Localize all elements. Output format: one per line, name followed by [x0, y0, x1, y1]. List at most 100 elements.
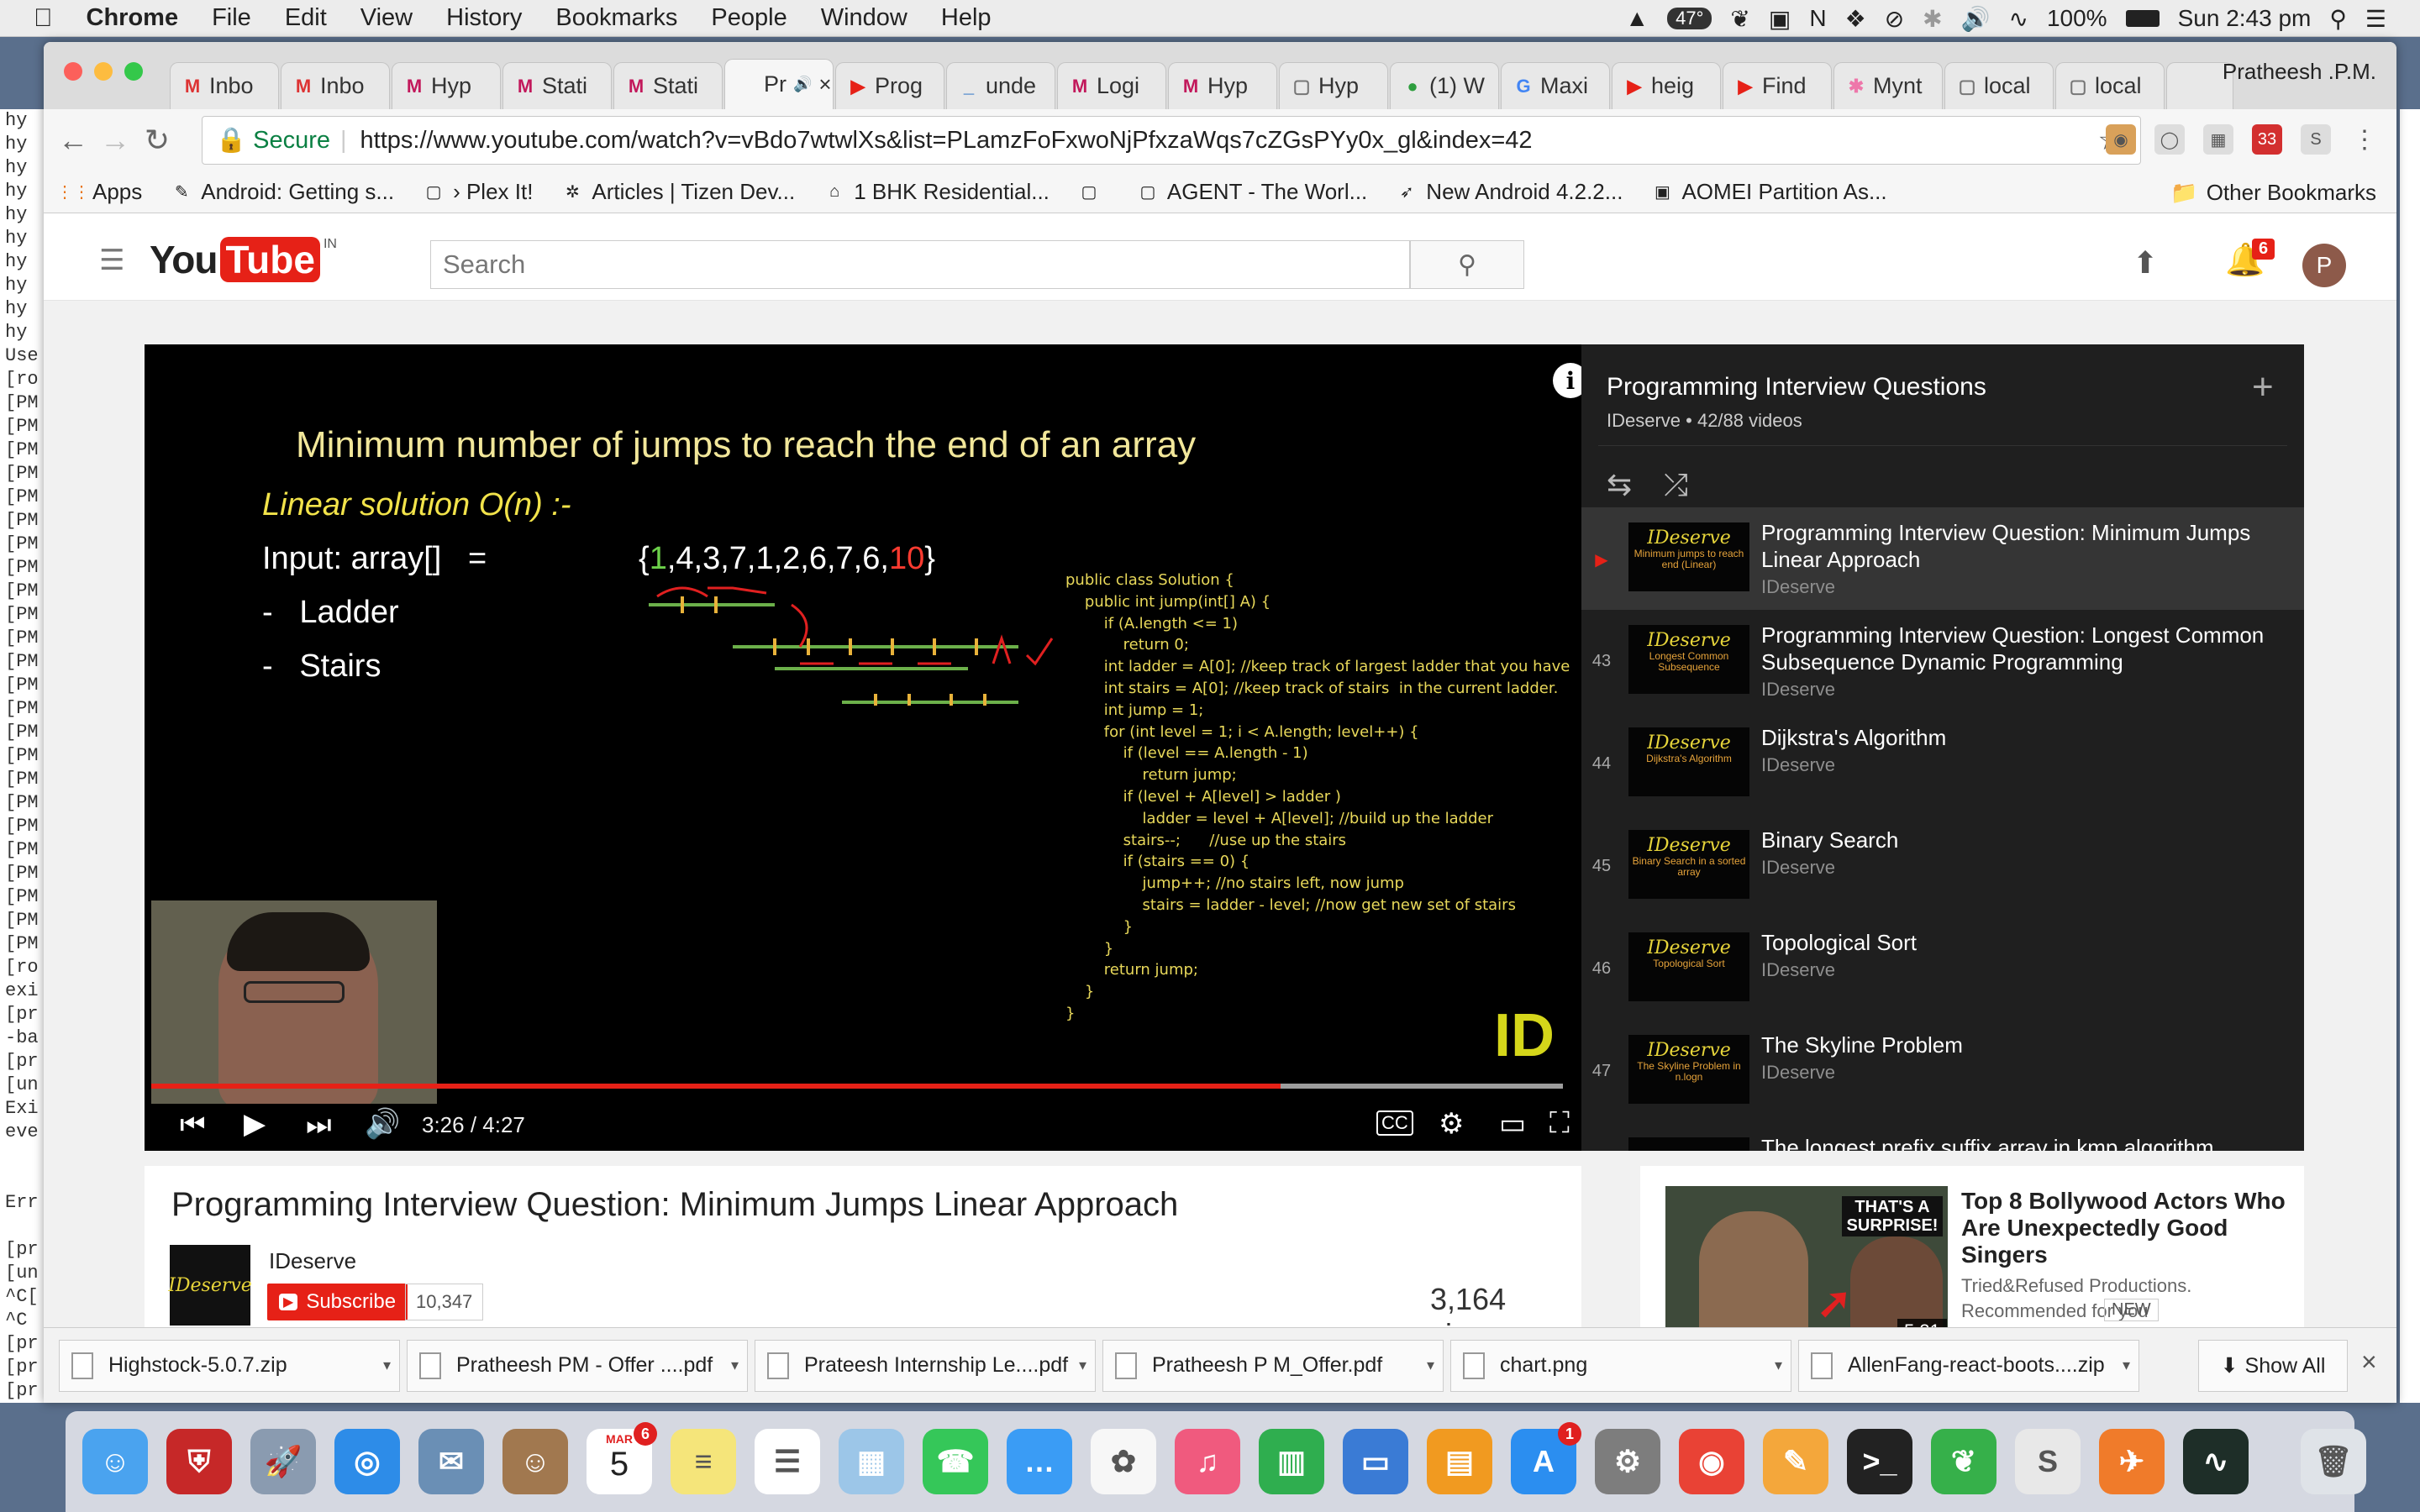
bookmark-item[interactable]: ⋮⋮ Apps [56, 179, 142, 205]
launchpad-icon[interactable]: 🚀 [250, 1429, 316, 1494]
download-item[interactable]: Pratheesh P M_Offer.pdf ▾ [1102, 1339, 1444, 1392]
download-item[interactable]: Pratheesh PM - Offer ....pdf ▾ [407, 1339, 748, 1392]
security-icon[interactable]: ⛨ [166, 1429, 232, 1494]
activity-monitor-icon[interactable]: ∿ [2183, 1429, 2249, 1494]
reload-icon[interactable]: ↻ [136, 123, 178, 158]
battery-percent[interactable]: 100% [2047, 5, 2107, 32]
bookmark-item[interactable]: ✲ Articles | Tizen Dev... [561, 179, 795, 205]
shuffle-icon[interactable]: ⤮ [1664, 467, 1688, 503]
apple-menu-icon[interactable]:  [34, 4, 53, 33]
browser-tab[interactable]: M Stati [502, 62, 612, 109]
forward-arrow-icon[interactable]: → [94, 123, 136, 158]
bookmark-item[interactable]: ➶ New Android 4.2.2... [1396, 179, 1623, 205]
download-item[interactable]: Highstock-5.0.7.zip ▾ [59, 1339, 400, 1392]
playlist-item[interactable]: ▶ IDeserve Minimum jumps to reach end (Lin… [1581, 507, 2304, 610]
browser-tab[interactable]: ▢ local [1944, 62, 2054, 109]
video-player[interactable]: i Minimum number of jumps to reach the e… [145, 344, 1581, 1151]
volume-icon[interactable]: 🔊 [365, 1107, 400, 1141]
evernote-menu-icon[interactable]: ❦ [1730, 5, 1749, 33]
browser-tab[interactable]: _ unde [946, 62, 1055, 109]
captions-icon[interactable]: CC [1376, 1110, 1413, 1136]
cookie-extension-icon[interactable]: ◉ [2106, 124, 2136, 155]
browser-tab[interactable]: M Inbo [281, 62, 390, 109]
playlist-item[interactable]: 47 IDeserve The Skyline Problem in n.logn T… [1581, 1020, 2304, 1122]
upload-status-icon[interactable]: ▲ [1625, 5, 1649, 32]
spotlight-icon[interactable]: ⚲ [2329, 5, 2347, 33]
url-text[interactable]: https://www.youtube.com/watch?v=vBdo7wtw… [360, 127, 1533, 155]
tab-close-icon[interactable]: × [818, 71, 831, 97]
browser-tab[interactable]: M Hyp [1168, 62, 1277, 109]
chrome-menu-icon[interactable]: ⋮ [2349, 124, 2380, 155]
preview-icon[interactable]: ▦ [839, 1429, 904, 1494]
bookmark-item[interactable]: ⌂ 1 BHK Residential... [823, 179, 1050, 205]
show-all-downloads-button[interactable]: ⬇ Show All [2198, 1340, 2348, 1392]
download-menu-chevron-icon[interactable]: ▾ [1775, 1357, 1782, 1374]
search-input[interactable]: Search [430, 240, 1410, 289]
bookmark-item[interactable]: ✎ Android: Getting s... [171, 179, 394, 205]
bookmark-item[interactable]: ▢ [1078, 181, 1108, 203]
fullscreen-icon[interactable]: ⛶ [1549, 1107, 1570, 1140]
system-prefs-icon[interactable]: ⚙ [1595, 1429, 1660, 1494]
browser-tab[interactable]: ● (1) W [1390, 62, 1499, 109]
zoom-window-button[interactable] [124, 62, 143, 81]
calendar-extension-icon[interactable]: 33 [2252, 124, 2282, 155]
profile-name[interactable]: Pratheesh .P.M. [2223, 59, 2376, 85]
channel-logo[interactable]: IDeserve [168, 1245, 252, 1326]
close-window-button[interactable] [64, 62, 82, 81]
mail-bird-icon[interactable]: ✉ [418, 1429, 484, 1494]
omnibox[interactable]: 🔒 Secure | https://www.youtube.com/watch… [202, 116, 2141, 165]
channel-name[interactable]: IDeserve [269, 1248, 356, 1274]
recommended-thumbnail[interactable]: THAT'S A SURPRISE! ➚ 5:31 [1665, 1186, 1948, 1346]
download-menu-chevron-icon[interactable]: ▾ [2123, 1357, 2130, 1374]
menu-window[interactable]: Window [821, 4, 908, 32]
upload-icon[interactable]: ⬆ [2133, 245, 2158, 281]
facetime-icon[interactable]: ☎ [923, 1429, 988, 1494]
search-button[interactable]: ⚲ [1410, 240, 1524, 289]
calendar-icon[interactable]: MAR 5 6 [587, 1422, 657, 1494]
download-menu-chevron-icon[interactable]: ▾ [1427, 1357, 1434, 1374]
playlist-item[interactable]: 46 IDeserve Topological Sort Topological So… [1581, 917, 2304, 1020]
browser-tab[interactable]: M Hyp [392, 62, 501, 109]
playlist-item[interactable]: The longest prefix suffix array in kmp a… [1581, 1122, 2304, 1151]
menu-people[interactable]: People [711, 4, 786, 32]
download-menu-chevron-icon[interactable]: ▾ [1079, 1357, 1086, 1374]
contacts-icon[interactable]: ☺ [502, 1429, 568, 1494]
account-avatar[interactable]: P [2302, 244, 2346, 287]
slack-icon[interactable]: S [2015, 1429, 2081, 1494]
subscribe-button[interactable]: ▶ Subscribe [267, 1284, 408, 1320]
keynote-icon[interactable]: ▭ [1343, 1429, 1408, 1494]
clock[interactable]: Sun 2:43 pm [2178, 5, 2312, 32]
weather-widget[interactable]: 47° [1667, 8, 1712, 29]
browser-tab[interactable]: ▢ local [2055, 62, 2165, 109]
appstore-icon[interactable]: A1 [1511, 1422, 1581, 1494]
playlist-title[interactable]: Programming Interview Questions [1607, 373, 1986, 402]
settings-icon[interactable]: ⚙ [1439, 1107, 1464, 1141]
browser-tab[interactable]: ▶ Prog [835, 62, 944, 109]
playlist-item[interactable]: 44 IDeserve Dijkstra's Algorithm Dijkstra's… [1581, 712, 2304, 815]
progress-bar[interactable] [151, 1084, 1563, 1089]
recommended-title[interactable]: Top 8 Bollywood Actors Who Are Unexpecte… [1961, 1188, 2297, 1268]
browser-tab[interactable]: G Maxi [1501, 62, 1610, 109]
reminders-icon[interactable]: ☰ [755, 1429, 820, 1494]
info-icon[interactable]: i [1553, 363, 1581, 398]
menu-bookmarks[interactable]: Bookmarks [555, 4, 677, 32]
bookmark-item[interactable]: ▢ AGENT - The Worl... [1137, 179, 1367, 205]
menu-file[interactable]: File [212, 4, 251, 32]
browser-tab[interactable]: ✱ Mynt [1833, 62, 1943, 109]
volume-icon[interactable]: 🔊 [1961, 5, 1991, 33]
menu-view[interactable]: View [360, 4, 413, 32]
chrome-icon[interactable]: ◉ [1679, 1429, 1744, 1494]
recommended-video[interactable]: THAT'S A SURPRISE! ➚ 5:31 Top 8 Bollywoo… [1640, 1166, 2304, 1347]
guide-menu-icon[interactable]: ☰ [99, 244, 124, 277]
bookmark-item[interactable]: ▢ › Plex It! [423, 179, 534, 205]
messages-icon[interactable]: … [1007, 1429, 1072, 1494]
browser-tab[interactable]: ▶ Find [1723, 62, 1832, 109]
extension-circle-icon[interactable]: ◯ [2154, 124, 2185, 155]
minimize-window-button[interactable] [94, 62, 113, 81]
tab-audio-icon[interactable]: 🔊 [793, 76, 812, 93]
download-menu-chevron-icon[interactable]: ▾ [731, 1357, 739, 1374]
menu-history[interactable]: History [446, 4, 522, 32]
ibooks-icon[interactable]: ▤ [1427, 1429, 1492, 1494]
tab-active[interactable]: Pr 🔊 × [724, 59, 834, 109]
battery-icon[interactable] [2125, 10, 2160, 27]
